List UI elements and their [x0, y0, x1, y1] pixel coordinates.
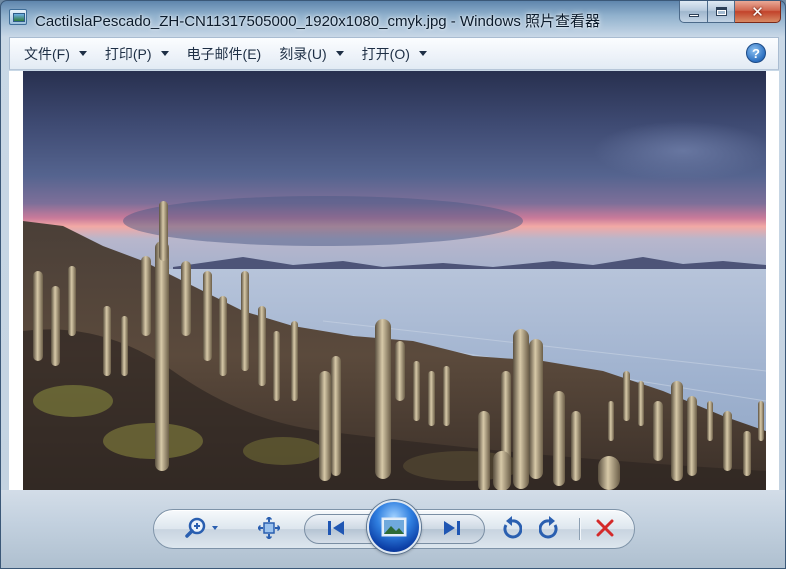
rotate-clockwise-button[interactable] — [538, 515, 562, 541]
maximize-icon — [715, 7, 727, 16]
menu-email-label: 电子邮件(E) — [186, 45, 262, 62]
maximize-button[interactable] — [708, 1, 735, 23]
menu-bar: 文件(F) 打印(P) 电子邮件(E) 刻录(U) 打开(O) ? — [9, 37, 779, 70]
delete-button[interactable] — [593, 517, 617, 539]
rotate-counterclockwise-icon — [503, 516, 522, 539]
image-viewport[interactable] — [9, 71, 779, 490]
cactus-stem — [219, 296, 227, 376]
help-button[interactable]: ? — [746, 43, 766, 63]
cactus-stem — [375, 319, 391, 479]
cactus-stem — [428, 371, 435, 426]
cactus-stem — [181, 261, 191, 336]
landscape-photo-image — [23, 71, 766, 490]
cactus-stem — [331, 356, 341, 476]
window-title: CactiIslaPescado_ZH-CN11317505000_1920x1… — [35, 13, 600, 30]
help-icon: ? — [752, 45, 760, 61]
previous-button-glyph[interactable] — [321, 517, 351, 539]
chevron-down-icon — [160, 51, 169, 56]
cactus-stem — [258, 306, 266, 386]
close-button[interactable]: ✕ — [735, 1, 781, 23]
zoom-button[interactable] — [185, 514, 225, 542]
cactus-stem — [33, 271, 43, 361]
minimize-icon — [688, 13, 699, 17]
slideshow-button[interactable] — [367, 500, 421, 554]
title-bar[interactable]: CactiIslaPescado_ZH-CN11317505000_1920x1… — [1, 1, 785, 35]
app-icon — [9, 9, 27, 25]
cactus-stem — [571, 411, 581, 481]
next-button-glyph[interactable] — [437, 517, 467, 539]
close-icon: ✕ — [751, 2, 764, 21]
photo-viewer-window: CactiIslaPescado_ZH-CN11317505000_1920x1… — [0, 0, 786, 569]
menu-print-label: 打印(P) — [104, 45, 152, 62]
actual-size-icon — [258, 517, 280, 539]
displayed-photo — [23, 71, 766, 490]
rotate-clockwise-icon — [539, 516, 558, 539]
cactus-stem — [273, 331, 280, 401]
cactus-stem — [758, 401, 764, 441]
menu-burn[interactable]: 刻录(U) — [271, 42, 351, 66]
cactus-stem — [319, 371, 331, 481]
zoom-icon — [185, 517, 218, 538]
cactus-stem — [493, 451, 511, 490]
cactus-stem — [68, 266, 76, 336]
cactus-stem — [707, 401, 713, 441]
chevron-down-icon — [78, 51, 87, 56]
minimize-button[interactable] — [679, 1, 708, 23]
rotate-counterclockwise-button[interactable] — [499, 515, 523, 541]
cactus-stem — [743, 431, 751, 476]
cactus-stem — [121, 316, 128, 376]
cactus-stem — [723, 411, 732, 471]
cactus-stem — [513, 329, 529, 489]
cactus-stem — [687, 396, 697, 476]
cactus-stem — [671, 381, 683, 481]
menu-file[interactable]: 文件(F) — [16, 42, 95, 66]
window-controls: ✕ — [679, 1, 781, 23]
menu-print[interactable]: 打印(P) — [97, 42, 177, 66]
chevron-down-icon — [335, 51, 344, 56]
next-icon — [444, 521, 460, 535]
cactus-stem — [478, 411, 490, 490]
menu-file-label: 文件(F) — [24, 45, 70, 62]
cactus-stem — [653, 401, 663, 461]
cactus-stem — [501, 371, 511, 461]
previous-icon — [328, 521, 344, 535]
cactus-stem — [51, 286, 60, 366]
slideshow-icon — [381, 517, 407, 537]
menu-open-label: 打开(O) — [361, 45, 410, 62]
cactus-stem — [103, 306, 111, 376]
menu-open[interactable]: 打开(O) — [354, 42, 435, 66]
cactus-stem — [241, 271, 249, 371]
cactus-stem — [155, 241, 169, 471]
cactus-stem — [159, 201, 168, 261]
cactus-stem — [443, 366, 450, 426]
chevron-down-icon — [418, 51, 427, 56]
cactus-stem — [529, 339, 543, 479]
cactus-stem — [623, 371, 630, 421]
cactus-stem — [608, 401, 614, 441]
cactus-stem — [141, 256, 151, 336]
control-separator — [579, 518, 580, 540]
delete-icon — [596, 519, 614, 537]
cactus-stem — [395, 341, 405, 401]
cactus-stem — [413, 361, 420, 421]
actual-size-button[interactable] — [256, 516, 282, 540]
cactus-stem — [553, 391, 565, 486]
cactus-stem — [291, 321, 298, 401]
cactus-stem — [598, 456, 620, 490]
menu-burn-label: 刻录(U) — [279, 45, 327, 62]
cactus-stem — [638, 381, 644, 426]
cactus-stem — [203, 271, 212, 361]
menu-email[interactable]: 电子邮件(E) — [179, 42, 270, 66]
